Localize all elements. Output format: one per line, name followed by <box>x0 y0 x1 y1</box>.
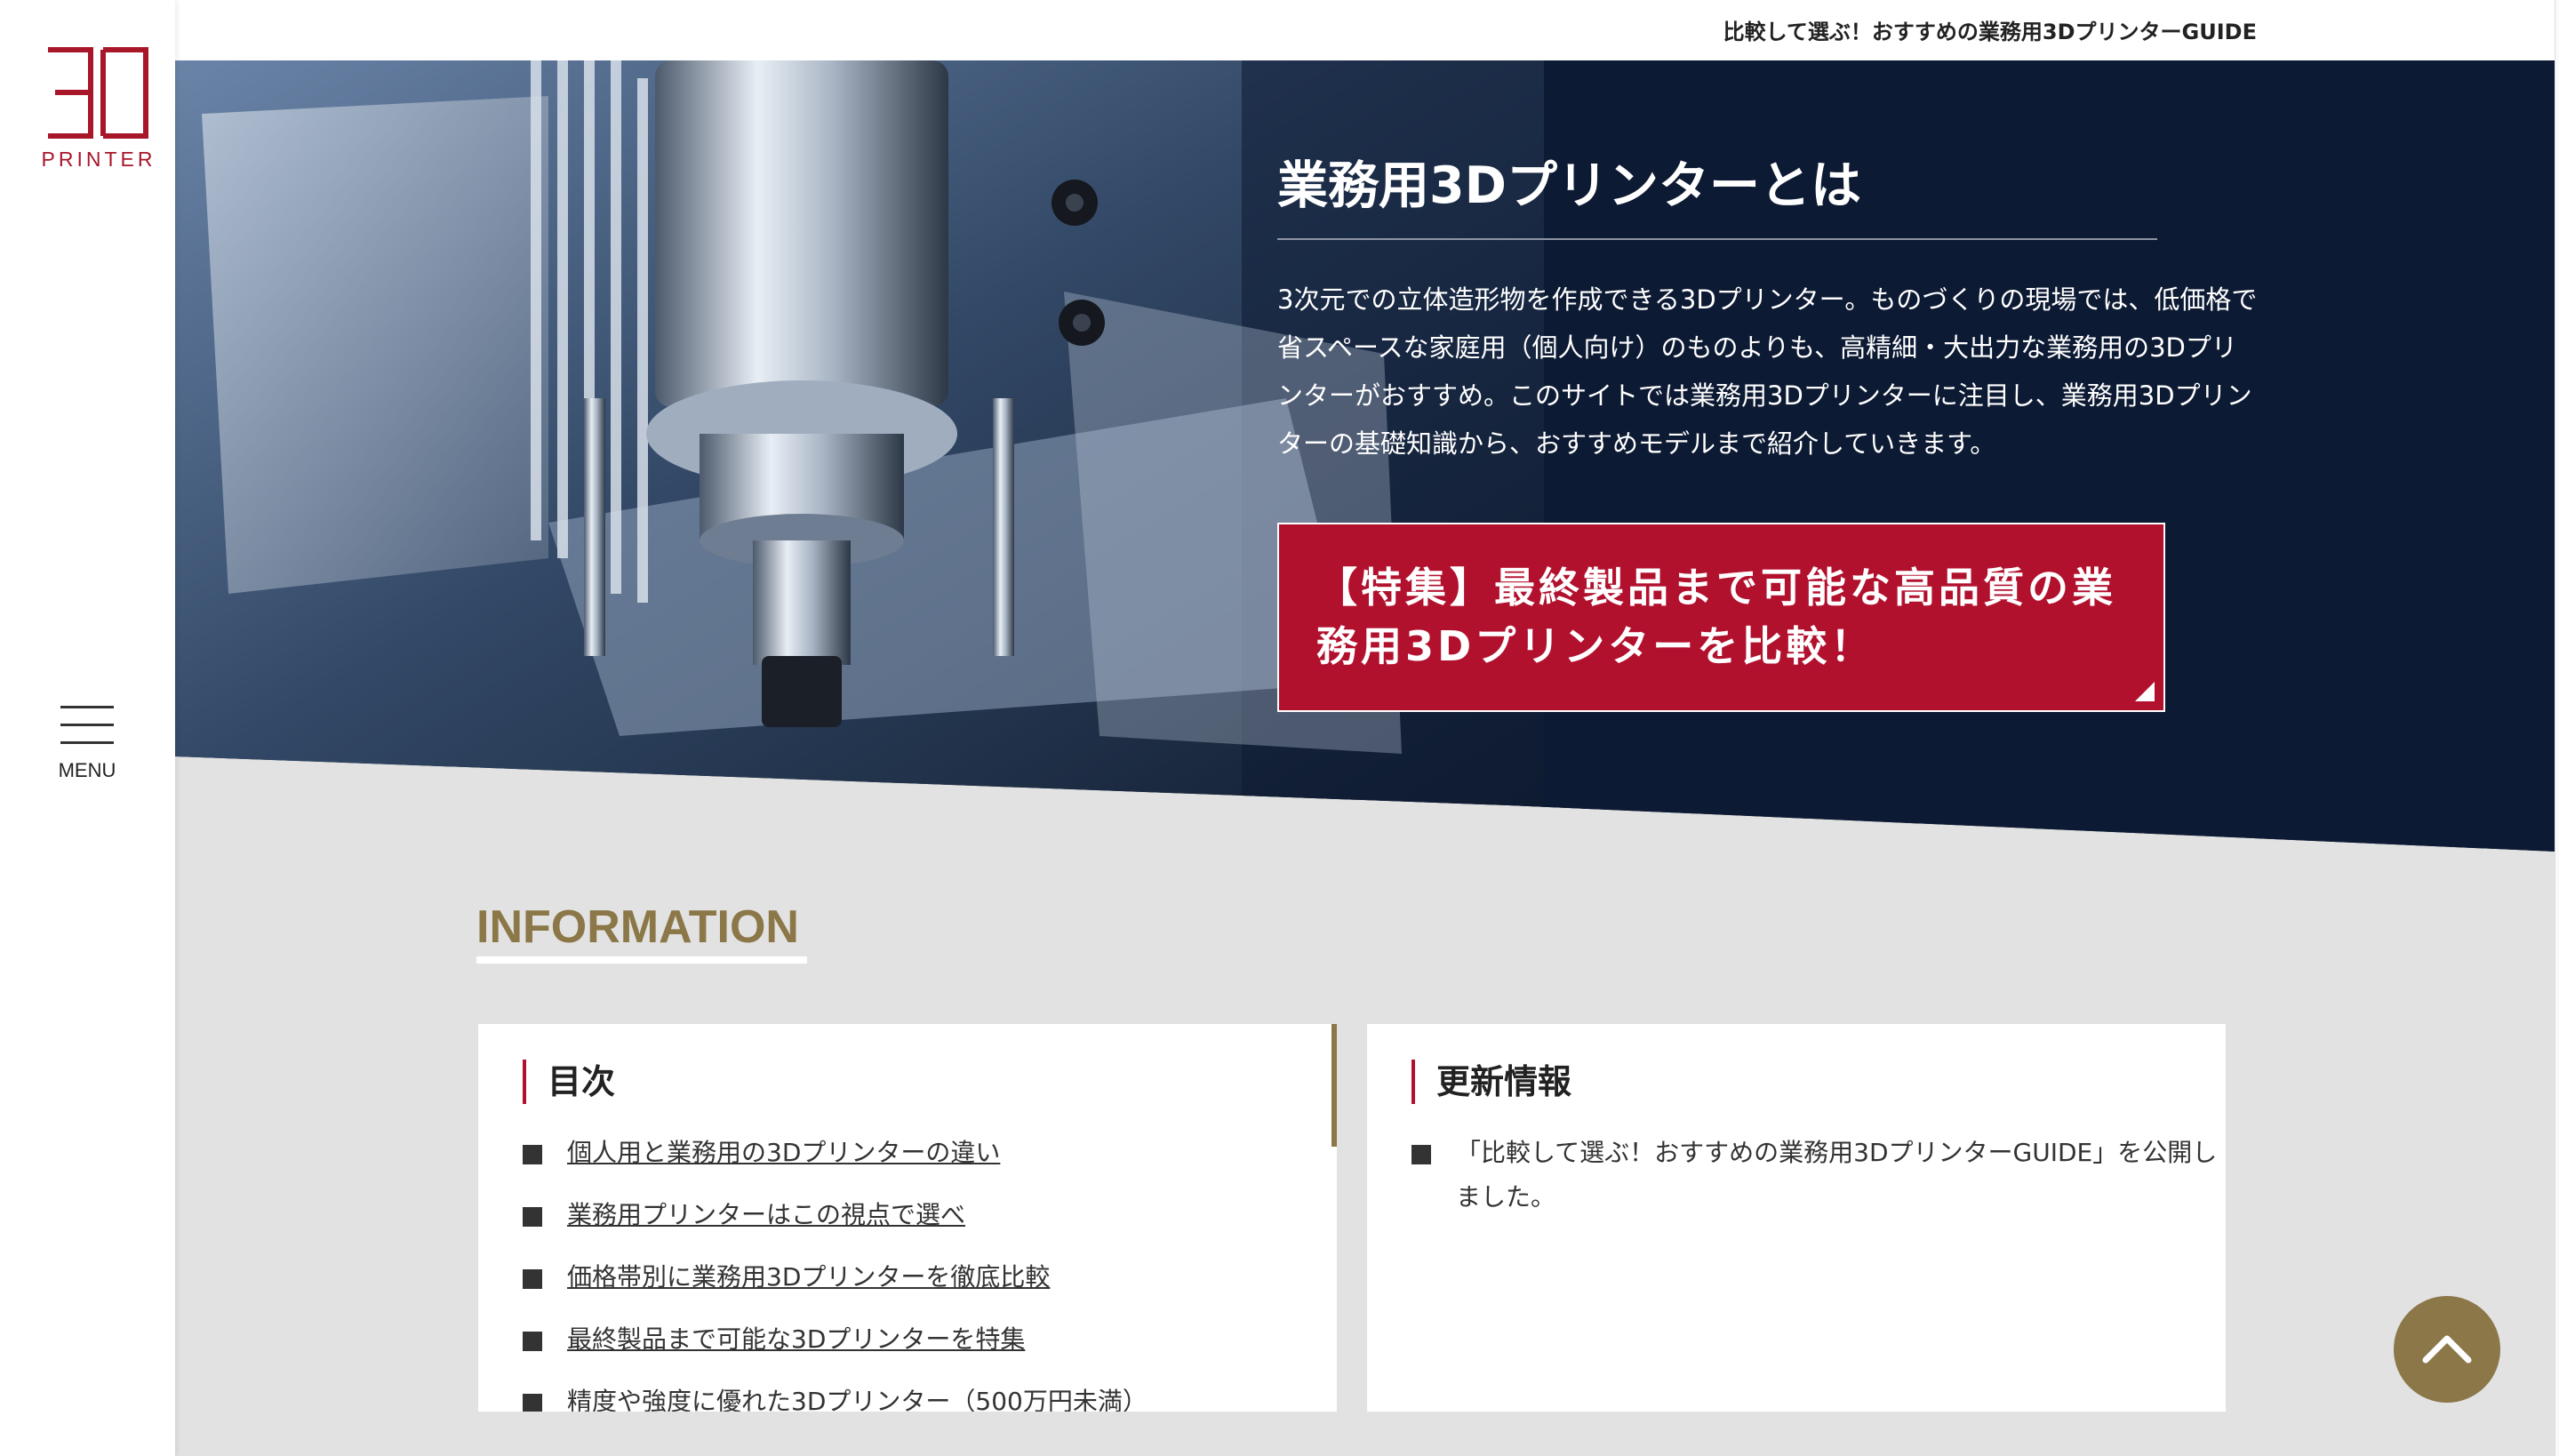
top-bar: 比較して選ぶ！おすすめの業務用3DプリンターGUIDE <box>175 0 2559 60</box>
toc-link[interactable]: 個人用と業務用の3Dプリンターの違い <box>567 1138 1000 1167</box>
hero-title: 業務用3Dプリンターとは <box>1277 156 1861 215</box>
square-bullet-icon <box>1411 1145 1431 1164</box>
chevron-up-icon <box>2422 1335 2472 1364</box>
feature-cta-label: 【特集】最終製品まで可能な高品質の業務用3Dプリンターを比較！ <box>1316 564 2116 670</box>
toc-list: 個人用と業務用の3Dプリンターの違い 業務用プリンターはこの視点で選べ 価格帯別… <box>523 1131 1305 1412</box>
feature-cta-button[interactable]: 【特集】最終製品まで可能な高品質の業務用3Dプリンターを比較！ <box>1277 523 2165 712</box>
toc-link[interactable]: 最終製品まで可能な3Dプリンターを特集 <box>567 1324 1025 1354</box>
page-scrollbar[interactable] <box>2555 0 2559 1456</box>
logo-text: PRINTER <box>41 148 156 171</box>
square-bullet-icon <box>523 1207 542 1227</box>
toc-link[interactable]: 業務用プリンターはこの視点で選べ <box>567 1200 965 1229</box>
toc-link[interactable]: 価格帯別に業務用3Dプリンターを徹底比較 <box>567 1262 1050 1292</box>
site-logo[interactable]: PRINTER <box>41 46 156 180</box>
hero-divider <box>1277 238 2157 240</box>
news-card: 更新情報 「比較して選ぶ！おすすめの業務用3DプリンターGUIDE」を公開しまし… <box>1367 1024 2226 1412</box>
site-title[interactable]: 比較して選ぶ！おすすめの業務用3DプリンターGUIDE <box>1723 14 2257 45</box>
toc-link[interactable]: 精度や強度に優れた3Dプリンター（500万円未満） <box>567 1387 1148 1412</box>
news-item-text: 「比較して選ぶ！おすすめの業務用3DプリンターGUIDE」を公開しました。 <box>1456 1138 2218 1212</box>
news-item: 「比較して選ぶ！おすすめの業務用3DプリンターGUIDE」を公開しました。 <box>1411 1131 2220 1220</box>
hamburger-icon-bar <box>60 706 114 708</box>
square-bullet-icon <box>523 1269 542 1289</box>
toc-item: 精度や強度に優れた3Dプリンター（500万円未満） <box>523 1380 1305 1412</box>
sidebar: PRINTER MENU <box>0 0 175 1456</box>
square-bullet-icon <box>523 1332 542 1351</box>
menu-label: MENU <box>58 759 116 781</box>
hamburger-icon-bar <box>60 741 114 744</box>
corner-triangle-icon <box>2135 682 2155 701</box>
logo-3d-mark <box>48 47 148 139</box>
back-to-top-button[interactable] <box>2394 1296 2500 1403</box>
toc-item: 最終製品まで可能な3Dプリンターを特集 <box>523 1317 1305 1380</box>
toc-item: 業務用プリンターはこの視点で選べ <box>523 1193 1305 1255</box>
toc-title: 目次 <box>523 1060 615 1104</box>
information-heading: INFORMATION <box>476 901 799 953</box>
toc-card: 目次 個人用と業務用の3Dプリンターの違い 業務用プリンターはこの視点で選べ 価… <box>478 1024 1337 1412</box>
menu-button[interactable]: MENU <box>52 702 123 791</box>
toc-item: 個人用と業務用の3Dプリンターの違い <box>523 1131 1305 1193</box>
news-title: 更新情報 <box>1411 1060 1571 1104</box>
hero-section: 業務用3Dプリンターとは 3次元での立体造形物を作成できる3Dプリンター。ものづ… <box>175 60 2555 860</box>
toc-scrollbar[interactable] <box>1331 1024 1337 1147</box>
hero-description: 3次元での立体造形物を作成できる3Dプリンター。ものづくりの現場では、低価格で省… <box>1277 284 2258 459</box>
toc-item: 価格帯別に業務用3Dプリンターを徹底比較 <box>523 1255 1305 1317</box>
hamburger-icon-bar <box>60 724 114 726</box>
information-heading-underline <box>476 956 807 964</box>
square-bullet-icon <box>523 1394 542 1412</box>
square-bullet-icon <box>523 1145 542 1164</box>
